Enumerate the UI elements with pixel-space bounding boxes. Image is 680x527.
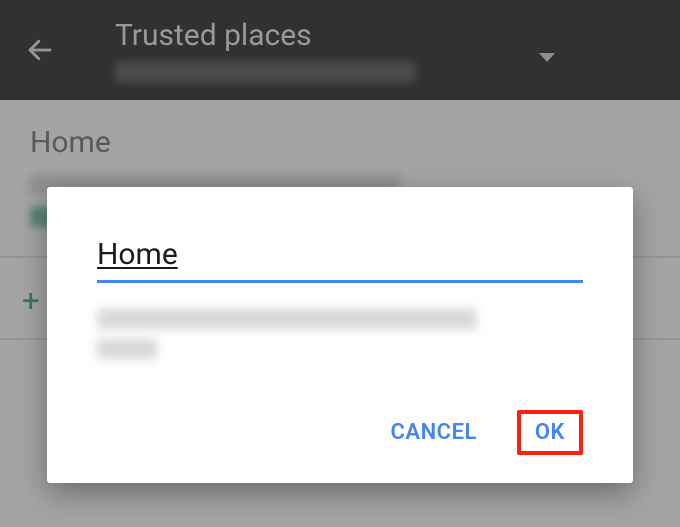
rename-dialog: CANCEL OK bbox=[47, 187, 633, 483]
ok-button[interactable]: OK bbox=[517, 410, 583, 455]
cancel-button[interactable]: CANCEL bbox=[381, 412, 487, 453]
dialog-address-line1-redacted bbox=[97, 309, 477, 329]
dialog-address-line2-redacted bbox=[97, 339, 157, 359]
dialog-actions: CANCEL OK bbox=[97, 410, 583, 463]
place-name-input[interactable] bbox=[97, 233, 583, 283]
